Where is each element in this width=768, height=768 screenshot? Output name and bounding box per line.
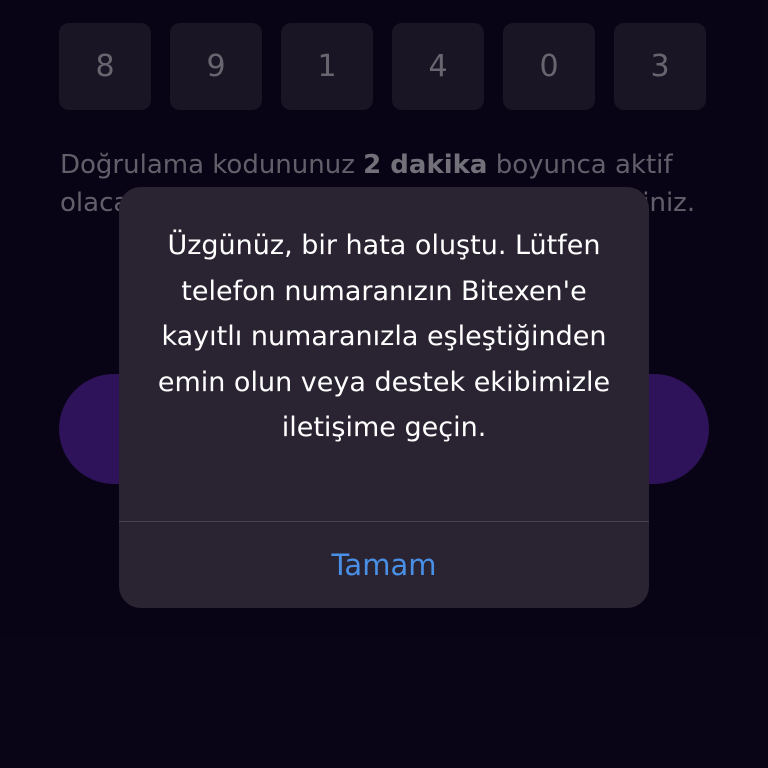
ok-button[interactable]: Tamam	[119, 522, 649, 608]
error-alert-dialog: Üzgünüz, bir hata oluştu. Lütfen telefon…	[119, 187, 649, 608]
alert-message: Üzgünüz, bir hata oluştu. Lütfen telefon…	[157, 230, 611, 443]
